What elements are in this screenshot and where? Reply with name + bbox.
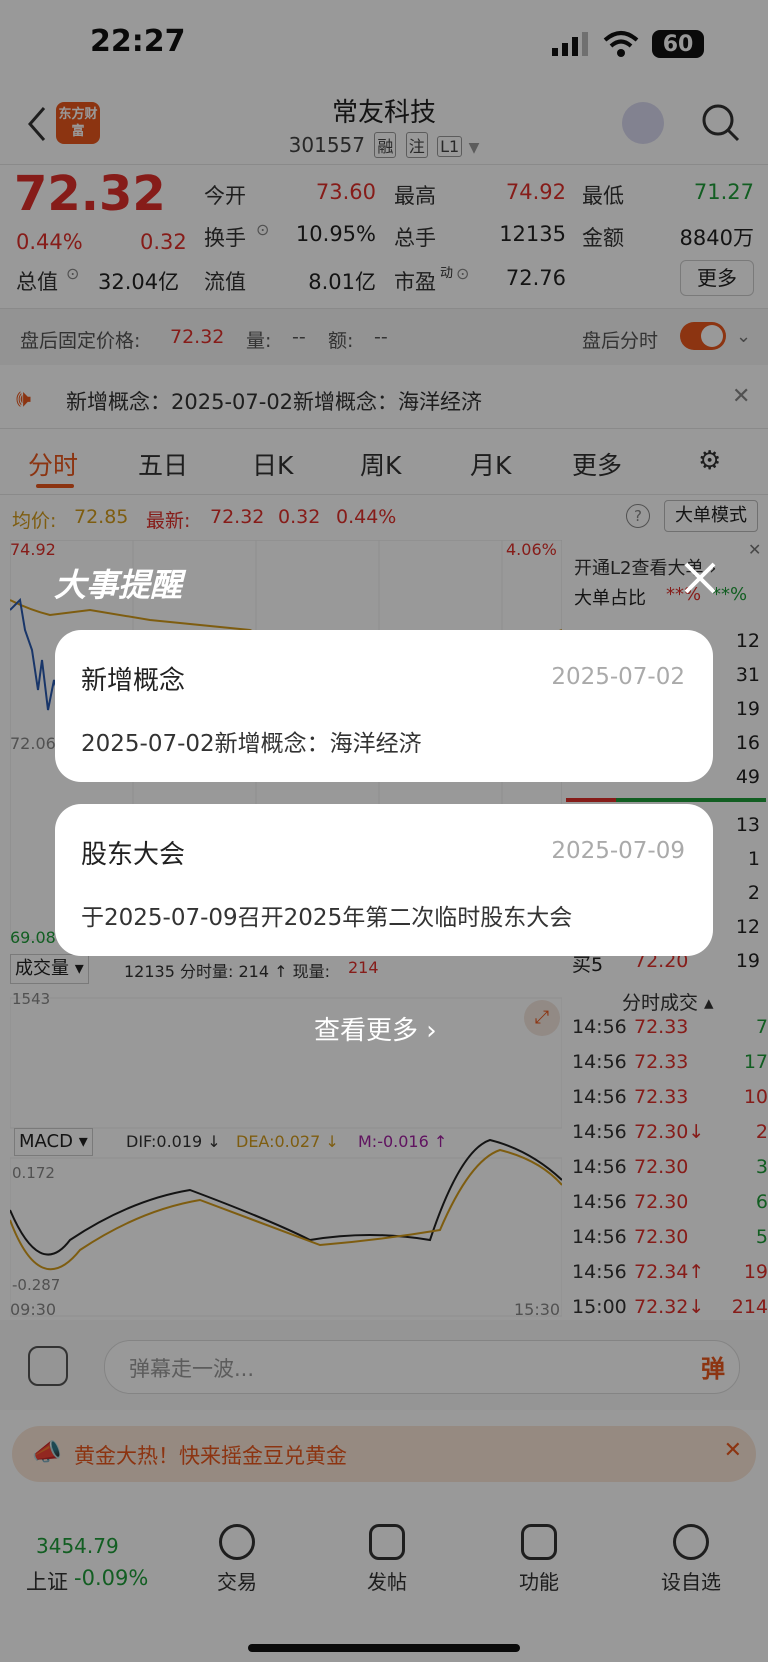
event-date: 2025-07-02: [551, 664, 685, 690]
event-date: 2025-07-09: [551, 838, 685, 864]
event-card[interactable]: 股东大会 2025-07-09 于2025-07-09召开2025年第二次临时股…: [55, 804, 713, 956]
modal-title: 大事提醒: [54, 566, 183, 604]
event-title: 股东大会: [81, 840, 186, 870]
close-icon[interactable]: [682, 560, 718, 600]
event-card[interactable]: 新增概念 2025-07-02 2025-07-02新增概念：海洋经济: [55, 630, 713, 782]
event-body: 于2025-07-09召开2025年第二次临时股东大会: [81, 905, 573, 931]
view-more-label: 查看更多: [314, 1016, 419, 1046]
event-title: 新增概念: [81, 666, 186, 696]
view-more-link[interactable]: 查看更多 ›: [314, 1010, 437, 1047]
chevron-right-icon: ›: [426, 1016, 437, 1046]
event-body: 2025-07-02新增概念：海洋经济: [81, 731, 422, 757]
